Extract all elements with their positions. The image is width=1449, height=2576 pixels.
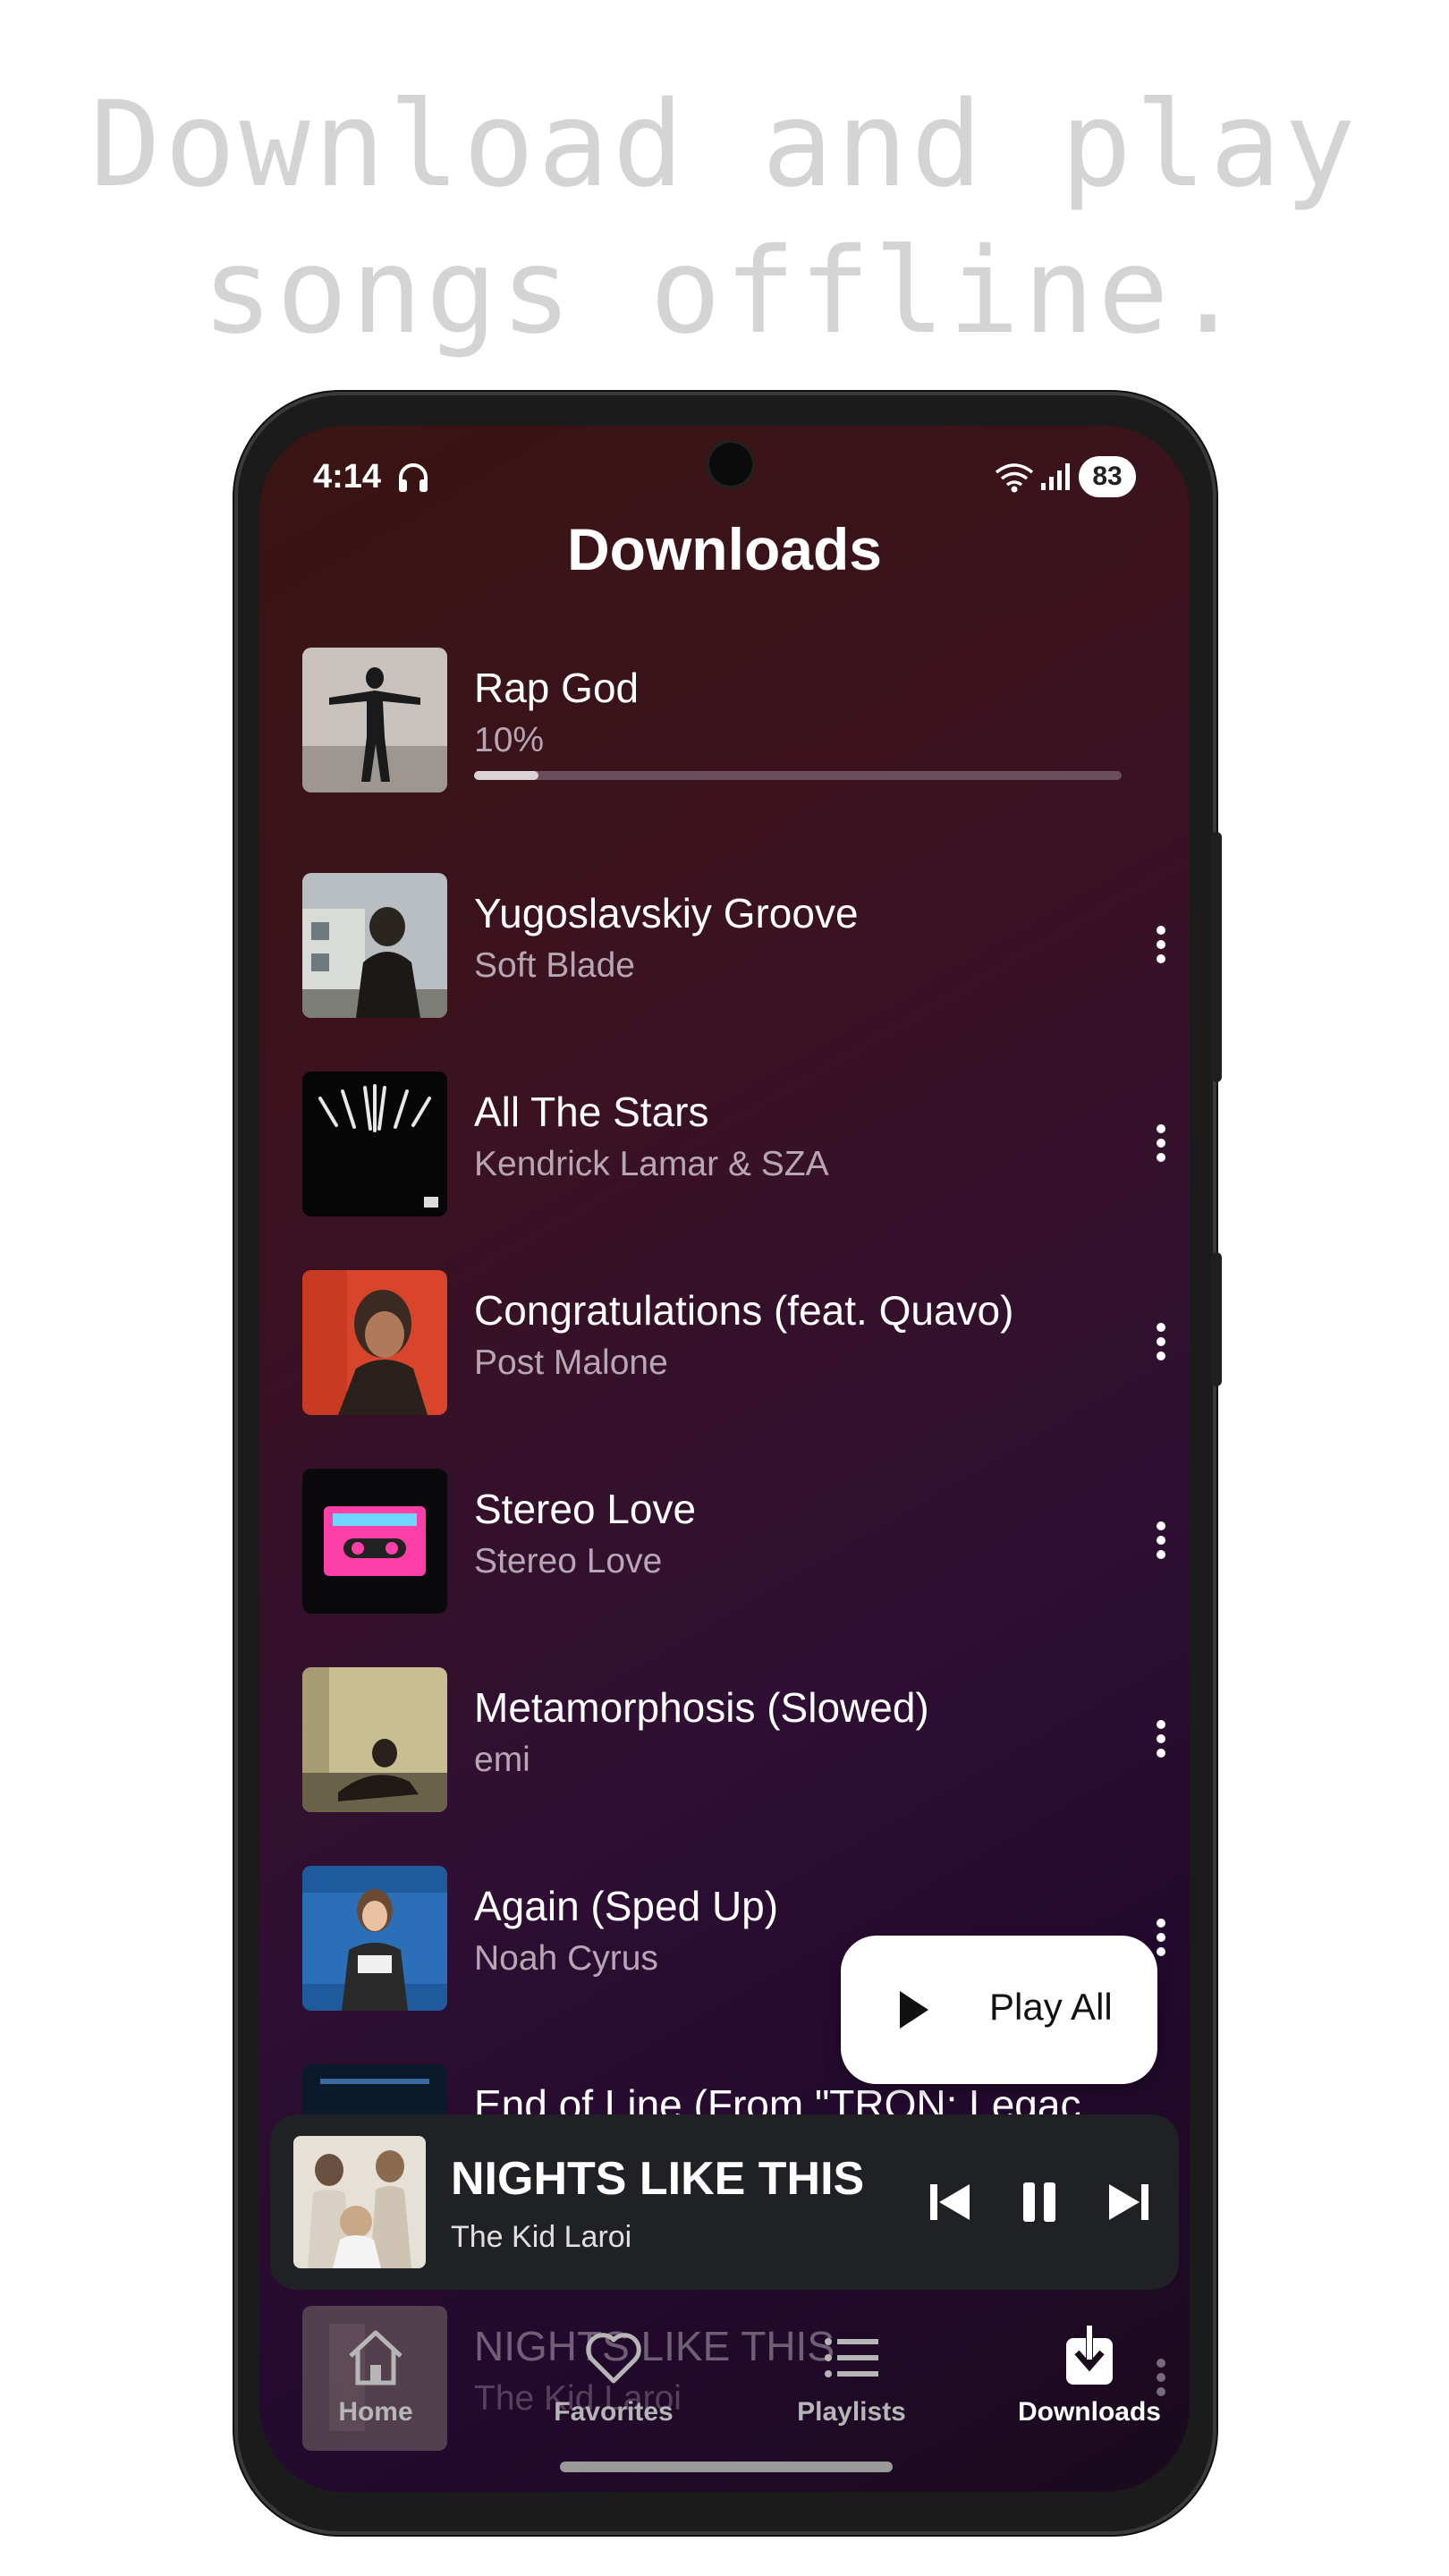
song-title: All The Stars	[474, 1089, 709, 1135]
more-options-icon[interactable]	[1143, 1519, 1179, 1563]
more-options-icon[interactable]	[1143, 1320, 1179, 1365]
song-title: Stereo Love	[474, 1486, 697, 1532]
song-artist: emi	[474, 1741, 530, 1779]
song-row[interactable]: All The Stars Kendrick Lamar & SZA	[302, 1072, 1165, 1216]
play-icon	[900, 1991, 928, 2029]
headline-line-2: songs offline.	[201, 223, 1248, 360]
pause-icon[interactable]	[1013, 2175, 1066, 2229]
heart-icon	[586, 2333, 641, 2384]
page-title: Downloads	[566, 516, 882, 582]
wifi-icon	[995, 463, 1034, 493]
next-icon[interactable]	[1102, 2175, 1156, 2229]
nav-favorites-label: Favorites	[554, 2397, 674, 2427]
download-icon	[1066, 2326, 1113, 2385]
home-icon	[349, 2330, 402, 2385]
nav-home[interactable]: Home	[277, 2326, 474, 2428]
more-options-icon[interactable]	[1143, 923, 1179, 968]
album-art	[302, 873, 447, 1018]
power-button	[1211, 1252, 1222, 1386]
album-art	[302, 1469, 447, 1614]
headphones-icon	[399, 463, 428, 492]
song-title: End of Line (From "TRON: Legac	[474, 2081, 1081, 2114]
album-art	[302, 1866, 447, 2011]
phone-screen: 4:14 83 Downloads Rap God 10% Yugoslavsk…	[259, 426, 1190, 2492]
song-title: Rap God	[474, 665, 640, 711]
album-art	[302, 1072, 447, 1216]
play-all-button[interactable]: Play All	[841, 1936, 1157, 2084]
headline-line-1: Download and play	[89, 76, 1360, 214]
gesture-bar	[560, 2462, 893, 2472]
song-title: Congratulations (feat. Quavo)	[474, 1287, 1014, 1334]
song-row[interactable]: Stereo Love Stereo Love	[302, 1469, 1165, 1614]
song-artist: Kendrick Lamar & SZA	[474, 1145, 829, 1183]
battery-level: 83	[1079, 456, 1136, 497]
song-artist: Stereo Love	[474, 1542, 663, 1580]
nav-downloads[interactable]: Downloads	[991, 2326, 1188, 2428]
previous-icon[interactable]	[923, 2175, 977, 2229]
bottom-navigation: Home Favorites Playlists Downloads	[259, 2326, 1190, 2451]
more-options-icon[interactable]	[1143, 1717, 1179, 1762]
nav-playlists-label: Playlists	[797, 2397, 906, 2427]
status-bar: 4:14 83	[259, 451, 1190, 508]
song-title: Yugoslavskiy Groove	[474, 890, 859, 936]
download-progress-text: 10%	[474, 721, 545, 759]
album-art	[302, 1667, 447, 1812]
nav-favorites[interactable]: Favorites	[515, 2326, 712, 2428]
download-progress-bar	[474, 771, 1122, 780]
now-playing-bar[interactable]: NIGHTS LIKE THIS The Kid Laroi	[270, 2114, 1179, 2290]
nav-downloads-label: Downloads	[1017, 2397, 1161, 2427]
now-playing-title: NIGHTS LIKE THIS	[451, 2153, 865, 2205]
song-row[interactable]: Congratulations (feat. Quavo) Post Malon…	[302, 1270, 1165, 1415]
now-playing-art	[293, 2136, 426, 2268]
album-art	[302, 1270, 447, 1415]
downloading-item[interactable]: Rap God 10%	[302, 648, 1161, 792]
song-row[interactable]: Metamorphosis (Slowed) emi	[302, 1667, 1165, 1812]
more-options-icon[interactable]	[1143, 1122, 1179, 1166]
promo-headline: Download and play songs offline.	[0, 72, 1449, 365]
status-time: 4:14	[313, 458, 382, 496]
now-playing-artist: The Kid Laroi	[451, 2220, 632, 2254]
song-title: Again (Sped Up)	[474, 1883, 779, 1929]
album-art	[302, 648, 447, 792]
list-icon	[825, 2338, 878, 2377]
song-artist: Soft Blade	[474, 946, 635, 985]
song-row[interactable]: Yugoslavskiy Groove Soft Blade	[302, 873, 1165, 1018]
song-artist: Post Malone	[474, 1343, 668, 1382]
nav-home-label: Home	[338, 2397, 413, 2427]
download-progress-fill	[474, 771, 539, 780]
album-art	[302, 2064, 447, 2114]
nav-playlists[interactable]: Playlists	[753, 2326, 950, 2428]
play-all-label: Play All	[989, 1986, 1113, 2028]
signal-icon	[1041, 463, 1070, 490]
song-artist: Noah Cyrus	[474, 1939, 658, 1978]
song-title: Metamorphosis (Slowed)	[474, 1684, 929, 1731]
volume-button	[1211, 832, 1222, 1082]
